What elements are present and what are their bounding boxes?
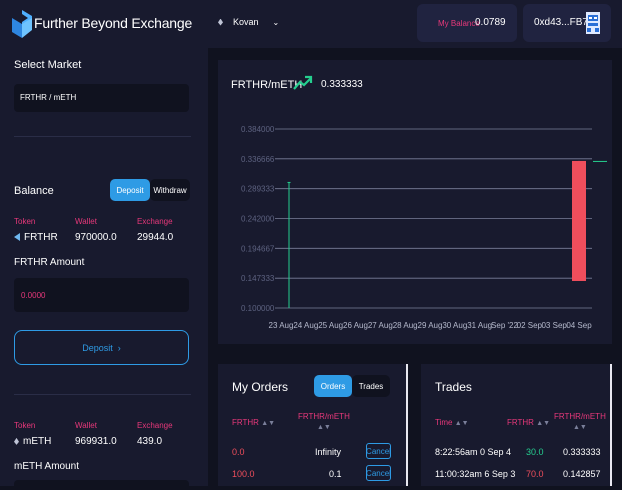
cancel-order-button[interactable]: Cancel xyxy=(366,443,391,459)
token-column-header: Token xyxy=(14,421,36,430)
trades-price-header[interactable]: FRTHR/mETH ▲▼ xyxy=(554,412,606,433)
sort-icon: ▲▼ xyxy=(454,420,469,427)
deposit-tab[interactable]: Deposit xyxy=(110,179,150,201)
x-tick-label: 25 Aug xyxy=(318,321,343,330)
brand-name: Further Beyond Exchange xyxy=(34,15,193,31)
orders-price-header[interactable]: FRTHR/mETH ▲▼ xyxy=(298,412,350,433)
chevron-down-icon: ⌄ xyxy=(272,17,280,27)
top-bar: Further Beyond Exchange Kovan ⌄ My Balan… xyxy=(0,0,622,48)
y-tick-label: 0.147333 xyxy=(241,274,275,283)
x-tick-label: 27 Aug xyxy=(368,321,393,330)
order-amount: 0.0 xyxy=(232,447,245,457)
my-orders-card: My Orders Orders Trades FRTHR ▲▼ FRTHR/m… xyxy=(218,364,408,486)
trades-tab[interactable]: Trades xyxy=(352,375,390,397)
ethereum-icon xyxy=(218,18,223,26)
avatar xyxy=(586,12,600,34)
token2-wallet: 969931.0 xyxy=(75,436,117,447)
token1-wallet: 970000.0 xyxy=(75,232,117,243)
balance-title: Balance xyxy=(14,185,54,197)
y-tick-label: 0.194667 xyxy=(241,244,275,253)
divider xyxy=(14,136,191,137)
exchange-logo-icon xyxy=(12,10,32,38)
wallet-column-header: Wallet xyxy=(75,421,97,430)
trade-amount: 70.0 xyxy=(526,469,544,479)
market-value: FRTHR / mETH xyxy=(20,93,77,102)
candle-body xyxy=(287,181,291,183)
network-selector[interactable]: Kovan ⌄ xyxy=(218,17,279,27)
frthr-token-icon xyxy=(14,233,20,242)
x-tick-label: 03 Sep xyxy=(541,321,567,330)
token2-exchange: 439.0 xyxy=(137,436,163,447)
order-price: Infinity xyxy=(315,447,342,457)
meth-amount-input[interactable] xyxy=(14,480,189,490)
x-tick-label: 02 Sep xyxy=(517,321,543,330)
trades-card: Trades Time ▲▼ FRTHR ▲▼ FRTHR/mETH ▲▼ 8:2… xyxy=(421,364,612,486)
sort-icon: ▲▼ xyxy=(317,424,331,431)
trade-time: 11:00:32am 6 Sep 3 xyxy=(435,469,516,479)
deposit-button[interactable]: Deposit › xyxy=(14,330,189,365)
withdraw-tab[interactable]: Withdraw xyxy=(150,179,190,201)
scrollbar[interactable] xyxy=(610,364,612,486)
candle-body xyxy=(572,160,586,281)
trade-time: 8:22:56am 0 Sep 4 xyxy=(435,447,512,457)
y-tick-label: 0.242000 xyxy=(241,215,275,224)
x-tick-label: 24 Aug xyxy=(293,321,318,330)
sidebar: Select Market FRTHR / mETH Balance Depos… xyxy=(0,48,208,490)
sort-icon: ▲▼ xyxy=(573,424,587,431)
orders-tab[interactable]: Orders xyxy=(314,375,352,397)
scrollbar[interactable] xyxy=(406,364,408,486)
select-market-title: Select Market xyxy=(14,59,82,71)
trade-price: 0.333333 xyxy=(563,447,601,457)
candle-body xyxy=(593,160,607,162)
x-tick-label: 30 Aug xyxy=(442,321,467,330)
order-price: 0.1 xyxy=(329,469,342,479)
y-tick-label: 0.289333 xyxy=(241,185,275,194)
x-tick-label: 26 Aug xyxy=(343,321,368,330)
sort-icon: ▲▼ xyxy=(261,420,276,427)
order-amount: 100.0 xyxy=(232,469,255,479)
amount2-label: mETH Amount xyxy=(14,461,80,472)
token-column-header: Token xyxy=(14,217,36,226)
x-tick-label: 29 Aug xyxy=(418,321,443,330)
y-tick-label: 0.100000 xyxy=(241,304,275,313)
network-name: Kovan xyxy=(233,17,259,27)
token1-exchange: 29944.0 xyxy=(137,232,174,243)
divider xyxy=(14,394,191,395)
x-tick-label: Sep '22 xyxy=(491,321,518,330)
sort-icon: ▲▼ xyxy=(536,420,551,427)
exchange-column-header: Exchange xyxy=(137,421,173,430)
trades-time-header[interactable]: Time ▲▼ xyxy=(435,418,469,429)
my-balance-box: My Balance 0.0789 xyxy=(417,4,517,42)
trade-amount: 30.0 xyxy=(526,447,544,457)
y-tick-label: 0.336666 xyxy=(241,155,275,164)
orders-token-header[interactable]: FRTHR ▲▼ xyxy=(232,418,275,429)
price-chart-card: FRTHR/mETH 0.333333 0.384000 0.336666 0.28… xyxy=(218,60,612,344)
amount1-label: FRTHR Amount xyxy=(14,257,85,268)
trade-price: 0.142857 xyxy=(563,469,601,479)
x-tick-label: 28 Aug xyxy=(393,321,418,330)
market-select[interactable]: FRTHR / mETH xyxy=(14,84,189,112)
chevron-right-icon: › xyxy=(117,342,121,353)
orders-title: My Orders xyxy=(232,380,289,394)
y-tick-label: 0.384000 xyxy=(241,125,275,134)
cancel-order-button[interactable]: Cancel xyxy=(366,465,391,481)
token1-name: FRTHR xyxy=(14,232,58,243)
meth-token-icon xyxy=(14,437,19,445)
trades-token-header[interactable]: FRTHR ▲▼ xyxy=(507,418,550,429)
amount1-placeholder: 0.0000 xyxy=(21,291,46,300)
x-tick-label: 31 Aug xyxy=(467,321,492,330)
price-chart[interactable]: 0.384000 0.336666 0.289333 0.242000 0.194667… xyxy=(218,60,612,344)
token2-name: mETH xyxy=(14,436,51,447)
account-button[interactable]: 0xd43...FB7b xyxy=(523,4,611,42)
balance-value: 0.0789 xyxy=(475,17,506,28)
x-tick-label: 04 Sep xyxy=(566,321,592,330)
exchange-column-header: Exchange xyxy=(137,217,173,226)
wallet-column-header: Wallet xyxy=(75,217,97,226)
trades-title: Trades xyxy=(435,380,472,394)
frthr-amount-input[interactable]: 0.0000 xyxy=(14,278,189,312)
x-tick-label: 23 Aug xyxy=(269,321,294,330)
balance-label: My Balance xyxy=(438,19,480,28)
